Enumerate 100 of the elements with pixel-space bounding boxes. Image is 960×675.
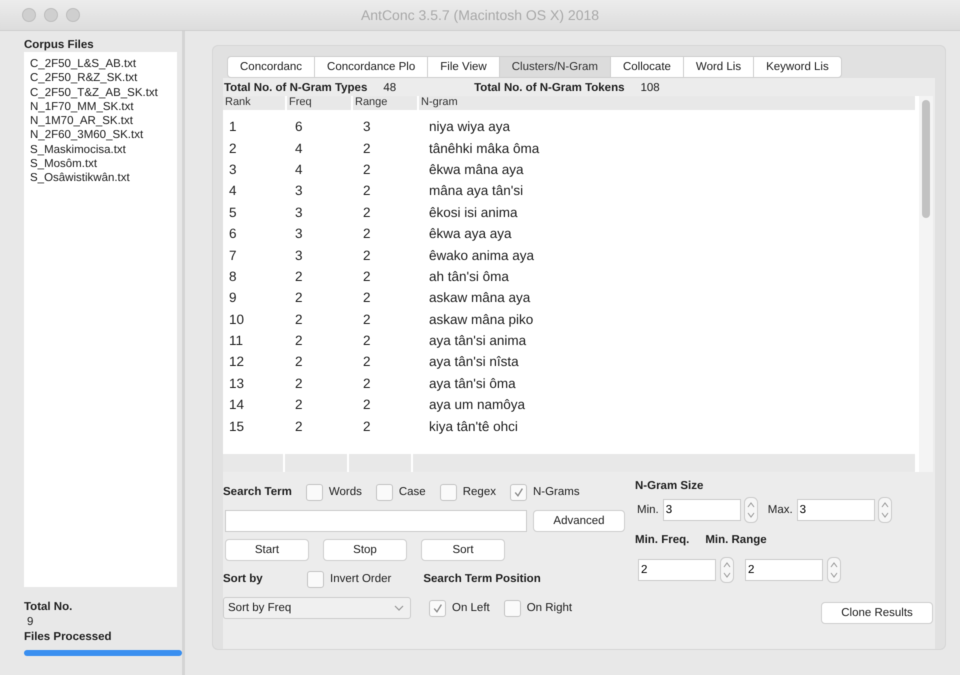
total-label: Total No.	[24, 601, 74, 613]
table-cell-text: kiya tân'tê ohci	[428, 418, 519, 434]
chevron-down-icon	[394, 605, 404, 611]
table-cell-text: aya tân'si nîsta	[428, 354, 520, 370]
corpus-file-item[interactable]: N_2F60_3M60_SK.txt	[30, 128, 171, 143]
ngram-size-label: N-Gram Size	[635, 480, 704, 492]
column-header[interactable]: N-gram	[419, 96, 917, 110]
corpus-file-item[interactable]: N_1M70_AR_SK.txt	[30, 114, 171, 128]
corpus-file-item[interactable]: C_2F50_R&Z_SK.txt	[30, 71, 171, 86]
min-range-field[interactable]: 2	[745, 559, 823, 581]
minimize-button[interactable]	[44, 8, 58, 22]
table-cell-text: 11	[228, 333, 244, 348]
checkbox-label: On Left	[452, 602, 490, 614]
corpus-file-item[interactable]: C_2F50_L&S_AB.txt	[30, 57, 171, 72]
tab[interactable]: Keyword Lis	[753, 56, 842, 78]
table-cell-text: 3	[294, 183, 304, 198]
table-cell-text: 2	[294, 397, 304, 412]
table-cell-text: 2	[362, 290, 372, 306]
sort-dropdown[interactable]: Sort by Freq	[223, 597, 411, 619]
tab[interactable]: Clusters/N-Gram	[498, 56, 610, 78]
table-cell-text: 2	[362, 204, 372, 220]
files-processed-label: Files Processed	[24, 631, 113, 643]
stepper-icon[interactable]	[720, 557, 734, 583]
tab[interactable]: Word Lis	[682, 56, 754, 78]
table-cell-text: 2	[294, 268, 304, 284]
action-button[interactable]: Start	[225, 539, 309, 561]
table-cell-text: 1	[228, 119, 238, 134]
checkbox-label: Regex	[462, 486, 496, 498]
checkbox[interactable]	[510, 484, 527, 500]
types-label: Total No. of N-Gram Types	[224, 82, 368, 94]
corpus-file-item[interactable]: S_Osâwistikwân.txt	[30, 171, 171, 186]
table-cell-text: 2	[362, 183, 372, 198]
table-cell-text: 2	[294, 376, 304, 391]
column-header[interactable]: Freq	[287, 96, 353, 110]
min-freq-field[interactable]: 2	[638, 559, 716, 581]
search-field[interactable]	[225, 510, 527, 532]
table-cell-text: 2	[228, 140, 238, 156]
stepper-icon[interactable]	[827, 557, 841, 583]
table-cell-text: tânêhki mâka ôma	[428, 140, 540, 156]
table-cell-text: êwako anima aya	[428, 248, 536, 263]
min-label: Min.	[637, 504, 659, 516]
tab[interactable]: Collocate	[610, 56, 683, 78]
scrollbar[interactable]	[919, 96, 933, 472]
table-cell-text: êkwa aya aya	[428, 226, 513, 242]
clone-results-button[interactable]: Clone Results	[821, 602, 933, 624]
stepper-icon[interactable]	[744, 497, 758, 523]
checkbox[interactable]	[440, 484, 457, 500]
advanced-button[interactable]: Advanced	[533, 510, 625, 532]
check-icon	[512, 486, 524, 498]
table-cell-text: 2	[294, 354, 304, 370]
table-cell-text: ah tân'si ôma	[428, 268, 510, 284]
close-button[interactable]	[22, 8, 36, 22]
corpus-file-item[interactable]: C_2F50_T&Z_AB_SK.txt	[30, 86, 171, 100]
table-cell-text: aya tân'si ôma	[428, 376, 517, 391]
table-cell-text: êkwa mâna aya	[428, 162, 525, 177]
action-button[interactable]: Stop	[323, 539, 407, 561]
table-cell-text: 6	[228, 226, 238, 242]
table-cell-text: 3	[294, 248, 304, 263]
tab[interactable]: File View	[427, 56, 499, 78]
corpus-file-item[interactable]: S_Maskimocisa.txt	[30, 142, 171, 158]
table-cell-text: 4	[228, 183, 238, 198]
table-cell-text: 2	[294, 312, 304, 327]
table-cell-text: 12	[228, 354, 246, 370]
column-header[interactable]: Range	[353, 96, 419, 110]
stepper-icon[interactable]	[878, 497, 892, 523]
table-cell-text: 8	[228, 268, 238, 284]
table-cell-text: 3	[362, 119, 372, 134]
table-cell-text: 6	[294, 119, 304, 134]
table-cell-text: 3	[294, 204, 304, 220]
table-cell-text: aya um namôya	[428, 397, 526, 412]
checkbox[interactable]	[306, 484, 323, 500]
corpus-file-item[interactable]: S_Mosôm.txt	[30, 157, 171, 172]
table-cell-text: 2	[362, 226, 372, 242]
checkbox[interactable]	[429, 600, 446, 616]
checkbox[interactable]	[307, 570, 324, 588]
table-cell-text: 13	[228, 376, 246, 391]
table-cell-text: niya wiya aya	[428, 119, 512, 134]
corpus-file-item[interactable]: N_1F70_MM_SK.txt	[30, 100, 171, 114]
zoom-button[interactable]	[66, 8, 80, 22]
tab[interactable]: Concordanc	[227, 56, 314, 78]
table-cell-text: mâna aya tân'si	[428, 183, 524, 198]
checkbox[interactable]	[504, 600, 521, 616]
table-cell-text: 2	[362, 162, 372, 177]
max-size-field[interactable]: 3	[796, 499, 875, 521]
min-size-field[interactable]: 3	[662, 499, 741, 521]
table-cell-text: 2	[362, 248, 372, 263]
action-button[interactable]: Sort	[421, 539, 505, 561]
checkbox[interactable]	[376, 484, 393, 500]
table-cell-text: 2	[294, 418, 304, 434]
min-freq-label: Min. Freq.	[635, 534, 690, 546]
check-icon	[432, 602, 443, 614]
column-header[interactable]: Rank	[223, 96, 287, 110]
table-cell-text: 2	[362, 376, 372, 391]
scroll-thumb[interactable]	[922, 100, 930, 218]
checkbox-label: Case	[398, 486, 426, 498]
table-cell-text: 3	[228, 162, 238, 177]
search-term-position-label: Search Term Position	[423, 573, 541, 585]
table-cell-text: 2	[294, 290, 304, 306]
tab[interactable]: Concordance Plo	[314, 56, 428, 78]
tokens-label: Total No. of N-Gram Tokens	[474, 82, 624, 94]
